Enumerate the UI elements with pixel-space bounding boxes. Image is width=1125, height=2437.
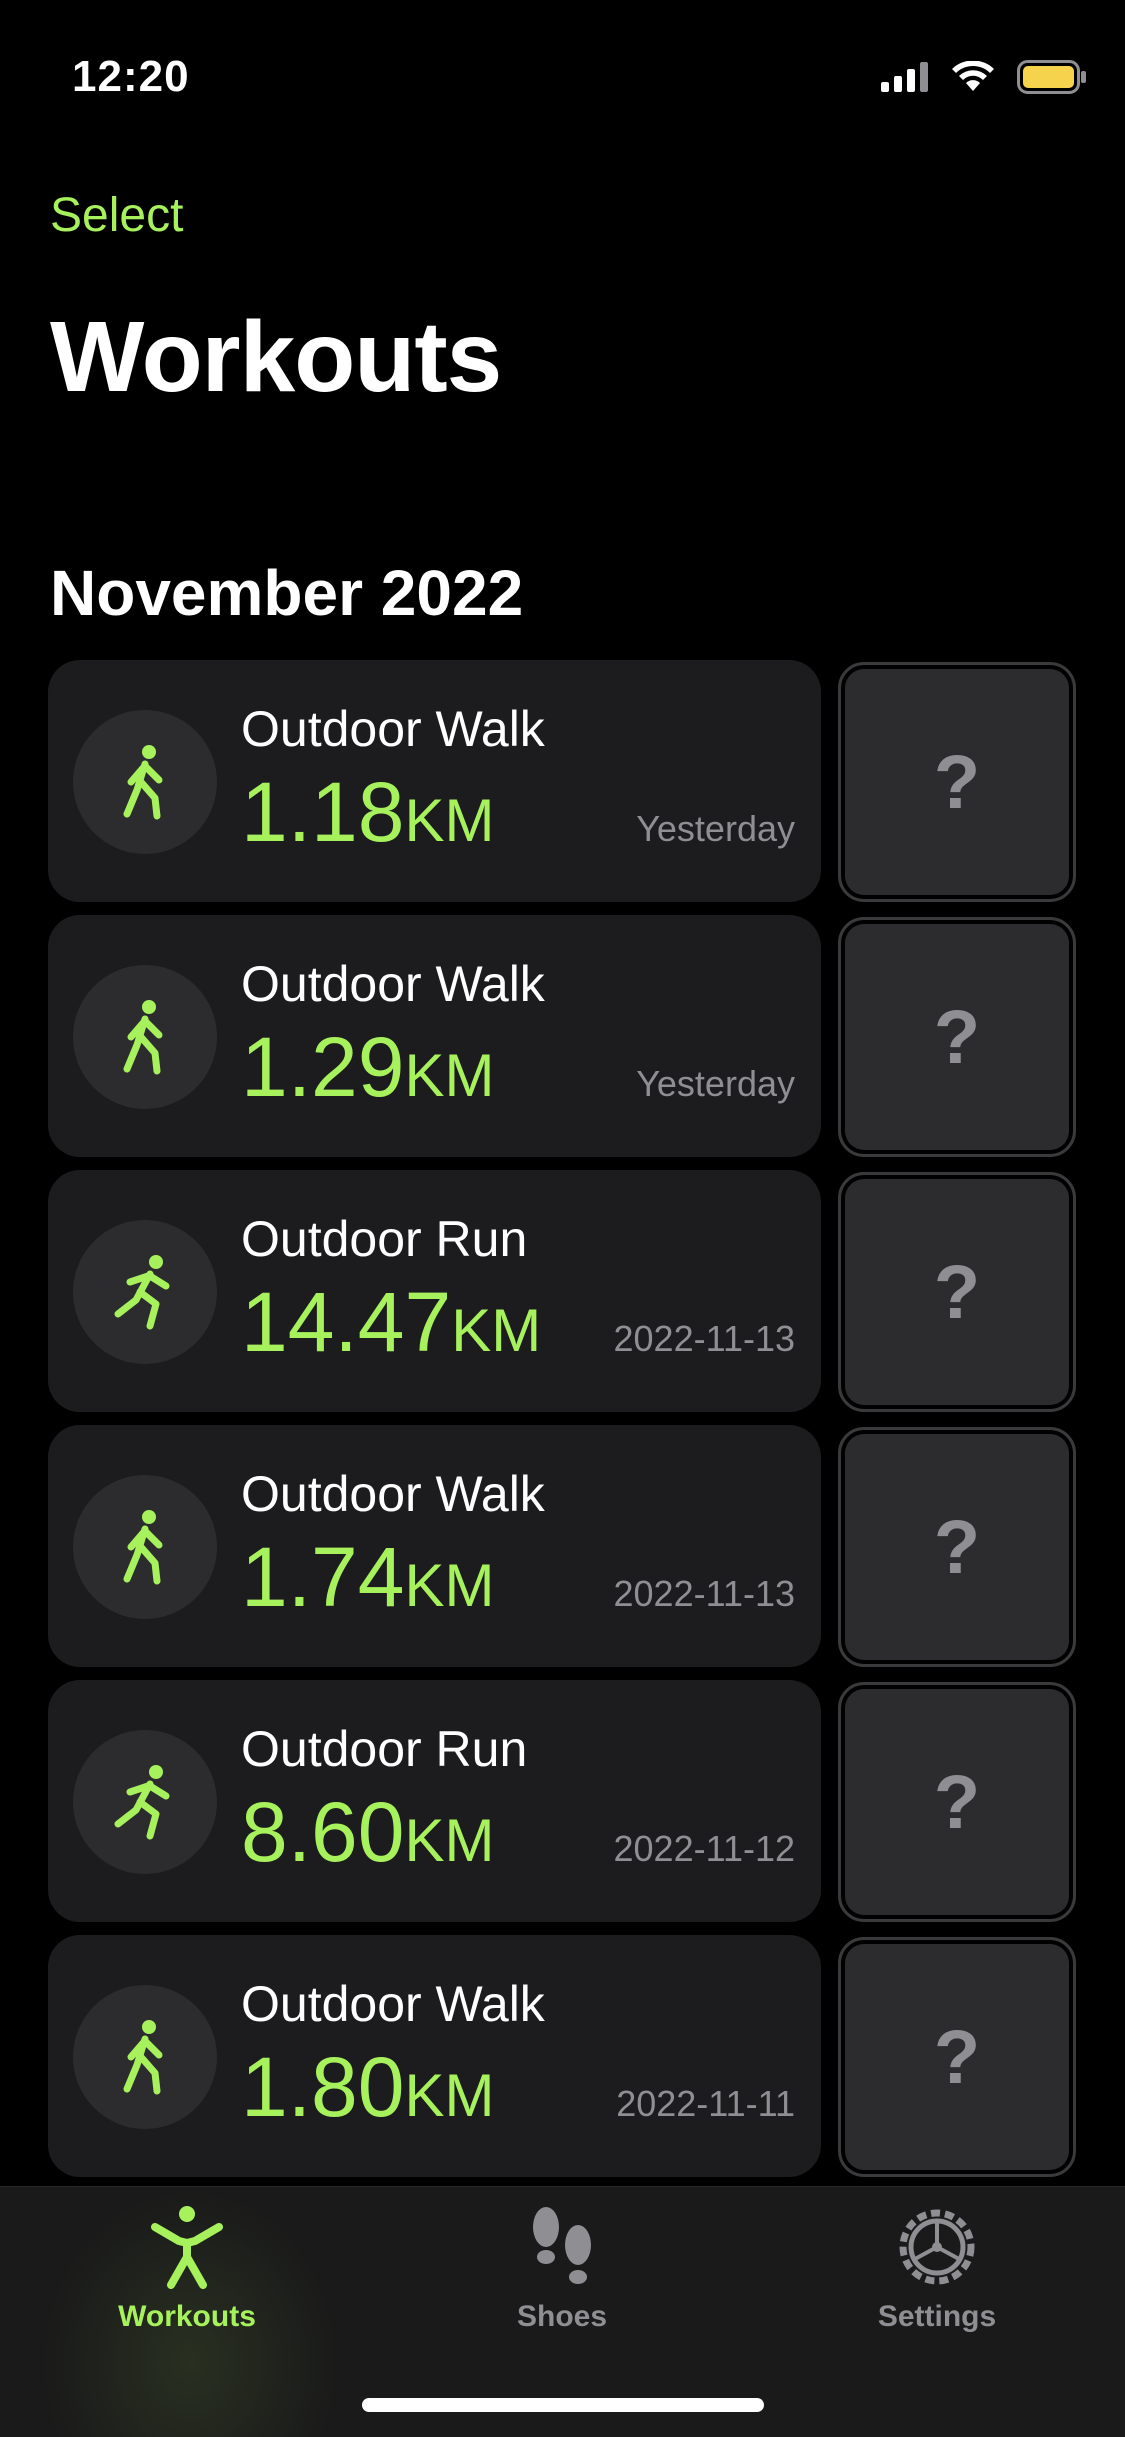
workout-row: Outdoor Run 8.60KM 2022-11-12 ? (48, 1680, 1078, 1922)
question-mark-icon: ? (933, 994, 981, 1080)
person-arms-up-icon (147, 2205, 227, 2294)
workout-date: 2022-11-13 (613, 1573, 795, 1614)
question-mark-icon: ? (933, 2014, 981, 2100)
question-mark-icon: ? (933, 1249, 981, 1335)
workout-distance: 1.74KM (241, 1529, 495, 1626)
run-icon (73, 1220, 217, 1364)
tab-label: Workouts (118, 2300, 256, 2333)
workout-distance: 8.60KM (241, 1784, 495, 1881)
workout-distance: 1.29KM (241, 1019, 495, 1116)
question-mark-icon: ? (933, 1759, 981, 1845)
question-mark-icon: ? (933, 739, 981, 825)
shoe-placeholder-button[interactable]: ? (838, 1427, 1076, 1667)
shoe-placeholder-button[interactable]: ? (838, 917, 1076, 1157)
shoe-placeholder-button[interactable]: ? (838, 1172, 1076, 1412)
distance-unit: KM (404, 2062, 495, 2129)
wifi-icon (951, 60, 995, 98)
page-title: Workouts (50, 301, 502, 413)
home-indicator[interactable] (362, 2398, 764, 2412)
shoe-placeholder-button[interactable]: ? (838, 1682, 1076, 1922)
workout-date: 2022-11-13 (613, 1318, 795, 1359)
tab-settings[interactable]: Settings (807, 2205, 1067, 2365)
shoe-placeholder-button[interactable]: ? (838, 1937, 1076, 2177)
workout-card[interactable]: Outdoor Walk 1.74KM 2022-11-13 (48, 1425, 821, 1667)
distance-value: 1.74 (241, 1530, 405, 1624)
status-time: 12:20 (72, 52, 190, 101)
workout-date: 2022-11-12 (613, 1828, 795, 1869)
distance-value: 8.60 (241, 1785, 405, 1879)
workout-name: Outdoor Walk (241, 956, 545, 1012)
workout-date: 2022-11-11 (616, 2083, 795, 2124)
tab-label: Shoes (516, 2300, 608, 2333)
distance-value: 1.18 (241, 765, 405, 859)
distance-unit: KM (404, 787, 495, 854)
workout-name: Outdoor Walk (241, 1976, 545, 2032)
workout-date: Yesterday (636, 1063, 795, 1104)
workout-card[interactable]: Outdoor Run 8.60KM 2022-11-12 (48, 1680, 821, 1922)
select-button[interactable]: Select (50, 188, 183, 243)
workout-distance: 1.18KM (241, 764, 495, 861)
workout-row: Outdoor Walk 1.74KM 2022-11-13 ? (48, 1425, 1078, 1667)
workout-card[interactable]: Outdoor Run 14.47KM 2022-11-13 (48, 1170, 821, 1412)
status-bar: 12:20 (0, 0, 1125, 150)
walk-icon (73, 1475, 217, 1619)
distance-unit: KM (404, 1807, 495, 1874)
battery-icon (1017, 60, 1087, 99)
workout-name: Outdoor Walk (241, 1466, 545, 1522)
workout-date: Yesterday (636, 808, 795, 849)
status-icons (881, 60, 1087, 99)
workout-name: Outdoor Run (241, 1211, 528, 1267)
distance-value: 1.80 (241, 2040, 405, 2134)
tab-shoes[interactable]: Shoes (432, 2205, 692, 2365)
workout-row: Outdoor Walk 1.18KM Yesterday ? (48, 660, 1078, 902)
walk-icon (73, 1985, 217, 2129)
workout-name: Outdoor Walk (241, 701, 545, 757)
shoe-placeholder-button[interactable]: ? (838, 662, 1076, 902)
workout-row: Outdoor Walk 1.80KM 2022-11-11 ? (48, 1935, 1078, 2177)
workout-card[interactable]: Outdoor Walk 1.18KM Yesterday (48, 660, 821, 902)
walk-icon (73, 965, 217, 1109)
tab-label: Settings (877, 2300, 997, 2333)
distance-unit: KM (404, 1552, 495, 1619)
walk-icon (73, 710, 217, 854)
question-mark-icon: ? (933, 1504, 981, 1590)
distance-unit: KM (451, 1297, 542, 1364)
workout-distance: 14.47KM (241, 1274, 541, 1371)
gear-icon (895, 2205, 979, 2294)
workout-card[interactable]: Outdoor Walk 1.80KM 2022-11-11 (48, 1935, 821, 2177)
section-header: November 2022 (50, 557, 524, 629)
footprints-icon (522, 2205, 602, 2294)
workout-row: Outdoor Run 14.47KM 2022-11-13 ? (48, 1170, 1078, 1412)
run-icon (73, 1730, 217, 1874)
cellular-signal-icon (881, 62, 929, 97)
distance-unit: KM (404, 1042, 495, 1109)
distance-value: 1.29 (241, 1020, 405, 1114)
workout-card[interactable]: Outdoor Walk 1.29KM Yesterday (48, 915, 821, 1157)
workout-name: Outdoor Run (241, 1721, 528, 1777)
workout-row: Outdoor Walk 1.29KM Yesterday ? (48, 915, 1078, 1157)
distance-value: 14.47 (241, 1275, 452, 1369)
tab-workouts[interactable]: Workouts (57, 2205, 317, 2365)
workout-distance: 1.80KM (241, 2039, 495, 2136)
